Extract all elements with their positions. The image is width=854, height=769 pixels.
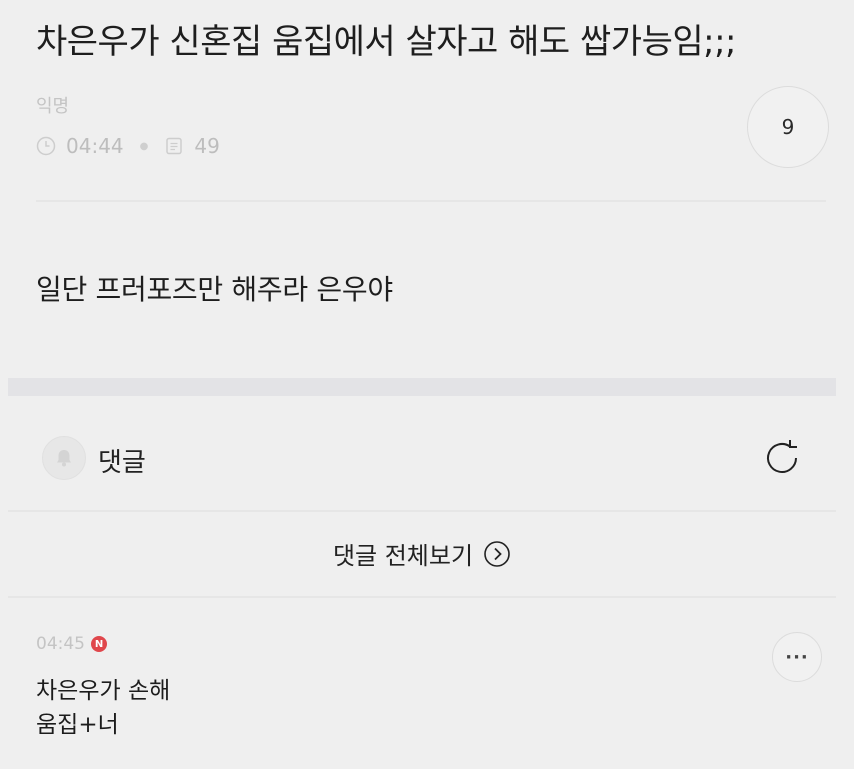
divider [8,596,836,598]
meta-separator: ● [139,140,149,152]
comments-label: 댓글 [98,448,146,478]
post-views: 49 [194,134,220,158]
document-icon [164,136,184,156]
comment-time: 04:45 [36,634,85,654]
comment-text-line: 움집+너 [36,712,119,738]
post-title: 차은우가 신혼집 움집에서 살자고 해도 쌉가능임;;; [36,22,737,62]
view-all-comments-button[interactable]: 댓글 전체보기 [0,536,844,571]
post-time: 04:44 [66,134,124,158]
view-all-label: 댓글 전체보기 [332,542,474,570]
divider [36,200,826,202]
refresh-icon[interactable] [760,436,804,480]
divider [8,510,836,512]
comment-text-line: 차은우가 손해 [36,678,171,704]
chevron-right-circle-icon [483,540,511,568]
comments-header: 댓글 [8,410,836,510]
post-author: 익명 [36,96,70,117]
clock-icon [36,136,56,156]
comment-meta: 04:45 N [36,634,107,654]
comment-count-button[interactable]: 9 [747,86,829,168]
new-badge: N [91,636,107,652]
more-options-button[interactable]: ··· [772,632,822,682]
post-body: 일단 프러포즈만 해주라 은우야 [36,273,393,306]
post-meta: 04:44 ● 49 [36,134,220,158]
bell-icon[interactable] [42,436,86,480]
section-separator [8,378,836,396]
